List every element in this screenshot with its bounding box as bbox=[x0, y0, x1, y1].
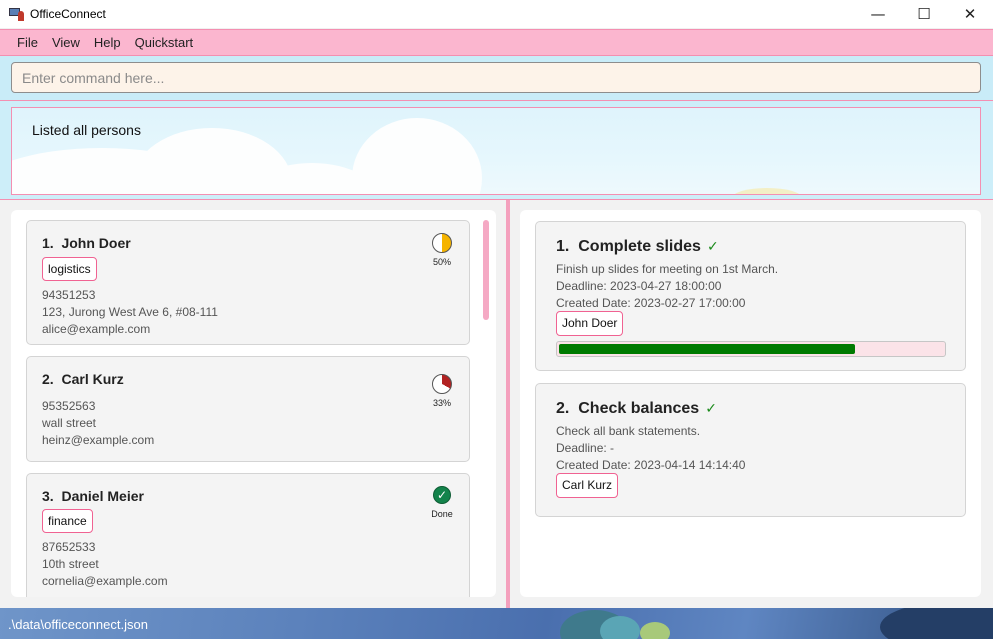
app-icon bbox=[8, 6, 24, 22]
menu-help[interactable]: Help bbox=[87, 35, 128, 50]
task-progress-fill bbox=[559, 344, 855, 354]
progress-label: 33% bbox=[432, 398, 451, 408]
leaf-decoration bbox=[880, 608, 993, 639]
person-card[interactable]: 1. John Doer logistics 94351253 123, Jur… bbox=[26, 220, 470, 345]
person-name: 1. John Doer bbox=[42, 235, 131, 251]
menu-view[interactable]: View bbox=[45, 35, 87, 50]
result-area: Listed all persons bbox=[0, 100, 993, 200]
task-description: Check all bank statements. bbox=[556, 424, 701, 438]
person-email: alice@example.com bbox=[42, 322, 151, 336]
person-phone: 95352563 bbox=[42, 399, 96, 413]
task-list-panel[interactable]: 1. Complete slides ✓ Finish up slides for… bbox=[520, 210, 981, 597]
result-display: Listed all persons bbox=[11, 107, 981, 195]
checkmark-icon: ✓ bbox=[706, 239, 719, 255]
person-tag: finance bbox=[42, 509, 93, 533]
checkmark-icon: ✓ bbox=[705, 401, 717, 417]
person-card[interactable]: 2. Carl Kurz 95352563 wall street heinz@… bbox=[26, 356, 470, 462]
person-email: heinz@example.com bbox=[42, 433, 155, 447]
menu-quickstart[interactable]: Quickstart bbox=[128, 35, 201, 50]
maximize-button[interactable]: ☐ bbox=[901, 0, 947, 28]
task-assignee-tag: John Doer bbox=[556, 311, 624, 336]
person-tag: logistics bbox=[42, 257, 97, 281]
task-created-date: Created Date: 2023-04-14 14:14:40 bbox=[556, 458, 746, 472]
task-progress-bar bbox=[556, 341, 946, 357]
person-address: 123, Jurong West Ave 6, #08-111 bbox=[42, 305, 218, 319]
minimize-button[interactable]: — bbox=[855, 0, 901, 28]
task-title: 2. Check balances ✓ bbox=[556, 400, 717, 417]
task-card[interactable]: 2. Check balances ✓ Check all bank statem… bbox=[535, 383, 966, 517]
task-description: Finish up slides for meeting on 1st Marc… bbox=[556, 262, 779, 276]
task-title: 1. Complete slides ✓ bbox=[556, 238, 719, 255]
leaf-decoration bbox=[600, 616, 640, 639]
menu-bar: File View Help Quickstart bbox=[0, 29, 993, 56]
storage-path: .\data\officeconnect.json bbox=[8, 617, 148, 632]
cloud-decoration bbox=[732, 188, 802, 194]
person-phone: 87652533 bbox=[42, 540, 96, 554]
person-name: 2. Carl Kurz bbox=[42, 371, 124, 387]
command-input[interactable] bbox=[11, 62, 981, 93]
split-pane-divider[interactable] bbox=[506, 200, 510, 608]
person-list-panel[interactable]: 1. John Doer logistics 94351253 123, Jur… bbox=[11, 210, 496, 597]
window-title: OfficeConnect bbox=[30, 7, 106, 21]
command-area bbox=[0, 56, 993, 100]
progress-label: 50% bbox=[432, 257, 451, 267]
menu-file[interactable]: File bbox=[10, 35, 45, 50]
task-created-date: Created Date: 2023-02-27 17:00:00 bbox=[556, 296, 746, 310]
close-button[interactable]: ✕ bbox=[947, 0, 993, 28]
result-message: Listed all persons bbox=[32, 122, 141, 138]
person-name: 3. Daniel Meier bbox=[42, 488, 144, 504]
person-address: 10th street bbox=[42, 557, 99, 571]
main-area: 1. John Doer logistics 94351253 123, Jur… bbox=[0, 200, 993, 608]
status-bar: .\data\officeconnect.json bbox=[0, 608, 993, 639]
progress-pie-icon bbox=[432, 233, 452, 253]
task-deadline: Deadline: 2023-04-27 18:00:00 bbox=[556, 279, 722, 293]
title-bar: OfficeConnect — ☐ ✕ bbox=[0, 0, 993, 28]
person-list-scrollbar[interactable] bbox=[483, 220, 489, 320]
person-phone: 94351253 bbox=[42, 288, 96, 302]
task-deadline: Deadline: - bbox=[556, 441, 615, 455]
person-card[interactable]: 3. Daniel Meier finance 87652533 10th st… bbox=[26, 473, 470, 597]
person-address: wall street bbox=[42, 416, 97, 430]
person-email: cornelia@example.com bbox=[42, 574, 168, 588]
window-controls: — ☐ ✕ bbox=[855, 0, 993, 28]
done-check-icon: ✓ bbox=[433, 486, 451, 504]
progress-label: Done bbox=[431, 509, 453, 519]
task-card[interactable]: 1. Complete slides ✓ Finish up slides for… bbox=[535, 221, 966, 371]
progress-pie-icon bbox=[432, 374, 452, 394]
task-assignee-tag: Carl Kurz bbox=[556, 473, 619, 498]
cloud-decoration bbox=[352, 118, 482, 194]
leaf-decoration bbox=[640, 622, 670, 639]
